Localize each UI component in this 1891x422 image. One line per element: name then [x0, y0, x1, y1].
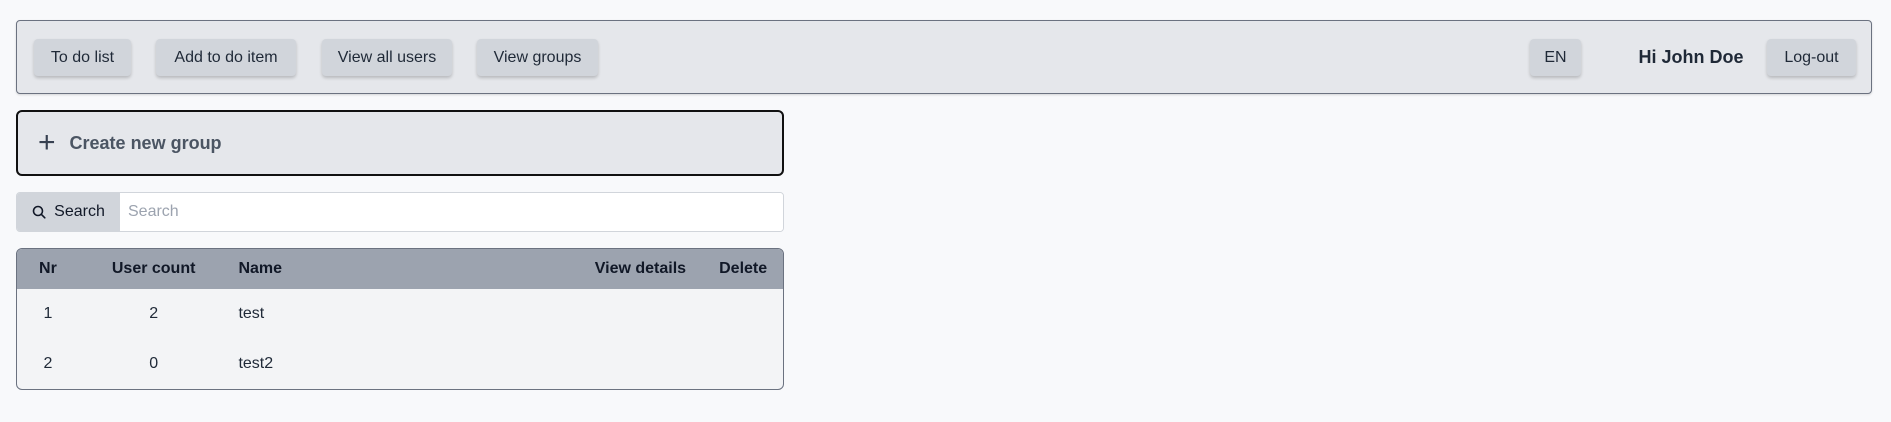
header-delete: Delete — [719, 260, 768, 277]
table-row[interactable]: 2 0 test2 — [17, 339, 783, 389]
header-name: Name — [238, 260, 283, 277]
top-navbar: To do list Add to do item View all users… — [16, 20, 1872, 94]
cell-name: test — [238, 305, 265, 322]
language-button[interactable]: EN — [1530, 39, 1581, 76]
user-greeting: Hi John Doe — [1638, 47, 1744, 67]
todo-list-button[interactable]: To do list — [34, 39, 131, 76]
plus-icon: + — [38, 126, 56, 159]
cell-name: test2 — [238, 355, 274, 372]
header-nr: Nr — [39, 260, 57, 277]
search-label-box: Search — [17, 193, 120, 231]
search-label: Search — [54, 203, 105, 220]
create-new-group-button[interactable]: + Create new group — [16, 110, 784, 176]
cell-nr: 1 — [43, 305, 53, 322]
add-todo-item-button[interactable]: Add to do item — [156, 39, 296, 76]
table-header: Nr User count Name View details Delete — [17, 249, 783, 289]
create-new-group-label: Create new group — [69, 132, 222, 153]
header-user-count: User count — [111, 260, 196, 277]
view-groups-button[interactable]: View groups — [477, 39, 598, 76]
search-icon — [32, 205, 46, 219]
cell-nr: 2 — [43, 355, 53, 372]
view-all-users-button[interactable]: View all users — [322, 39, 452, 76]
cell-user-count: 2 — [149, 305, 159, 322]
table-row[interactable]: 1 2 test — [17, 289, 783, 339]
search-input[interactable] — [120, 193, 783, 231]
logout-button[interactable]: Log-out — [1767, 39, 1856, 76]
groups-table: Nr User count Name View details Delete 1… — [16, 248, 784, 390]
header-view-details: View details — [594, 260, 687, 277]
cell-user-count: 0 — [149, 355, 159, 372]
search-bar: Search — [16, 192, 784, 232]
